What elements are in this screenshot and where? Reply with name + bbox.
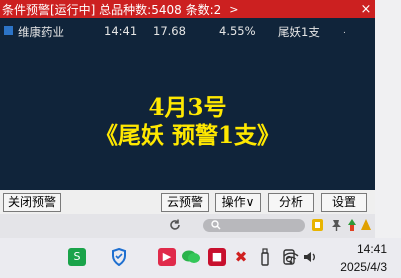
stock-price: 17.68 — [153, 24, 186, 38]
cloud-alert-button[interactable]: 云预警 — [161, 193, 209, 212]
clock-date[interactable]: 2025/4/3 — [340, 260, 387, 274]
change-percent: 4.55% — [219, 24, 256, 38]
banner-headline: 《尾妖 预警1支》 — [94, 122, 280, 149]
app-green-icon[interactable]: S — [68, 248, 86, 266]
stock-name: 维康药业 — [18, 25, 64, 39]
alert-reason: 尾妖1支 — [278, 25, 320, 39]
alert-panel: 维康药业 14:41 17.68 4.55% 尾妖1支 . 4月3号 《尾妖 预… — [0, 18, 375, 190]
refresh-icon[interactable] — [168, 218, 182, 232]
close-icon[interactable]: × — [357, 2, 375, 17]
desktop-edge — [375, 0, 401, 238]
tray-strip — [0, 214, 375, 238]
row-marker: . — [343, 26, 346, 36]
warning-icon[interactable] — [360, 218, 372, 232]
alert-title-bar[interactable]: 条件预警[运行中] 总品种数:5408 条数:2 > × — [0, 0, 375, 18]
clock-time[interactable]: 14:41 — [357, 242, 387, 256]
pin-icon[interactable] — [330, 218, 344, 232]
close-alert-button[interactable]: 关闭预警 — [3, 193, 61, 212]
alert-time: 14:41 — [104, 24, 138, 38]
app-red-icon[interactable]: ▶ — [158, 248, 176, 266]
shield-icon[interactable] — [111, 248, 127, 266]
settings-button[interactable]: 设置 — [321, 193, 367, 212]
row-checkbox-icon[interactable] — [4, 26, 13, 35]
app-square-icon[interactable]: ■ — [208, 248, 226, 266]
title-menu-arrow[interactable]: > — [229, 3, 238, 16]
usb-icon[interactable] — [260, 248, 270, 266]
wifi-icon[interactable] — [283, 251, 299, 265]
search-icon — [211, 220, 221, 230]
up-arrow-icon[interactable] — [347, 218, 357, 232]
volume-icon[interactable] — [302, 250, 318, 264]
analysis-button[interactable]: 分析 — [268, 193, 314, 212]
notification-icon[interactable] — [311, 218, 324, 232]
window-title: 条件预警[运行中] 总品种数:5408 条数:2 — [2, 2, 222, 17]
app-cross-icon[interactable]: ✖ — [232, 248, 250, 266]
operation-button[interactable]: 操作∨ — [215, 193, 261, 212]
taskbar: S ▶ ■ ✖ 14:41 2025/4/3 — [0, 238, 401, 278]
alert-row[interactable]: 维康药业 14:41 17.68 4.55% 尾妖1支 . — [0, 22, 375, 40]
wechat-icon[interactable] — [181, 249, 201, 265]
button-bar: 关闭预警 云预警 操作∨ 分析 设置 — [0, 190, 375, 214]
